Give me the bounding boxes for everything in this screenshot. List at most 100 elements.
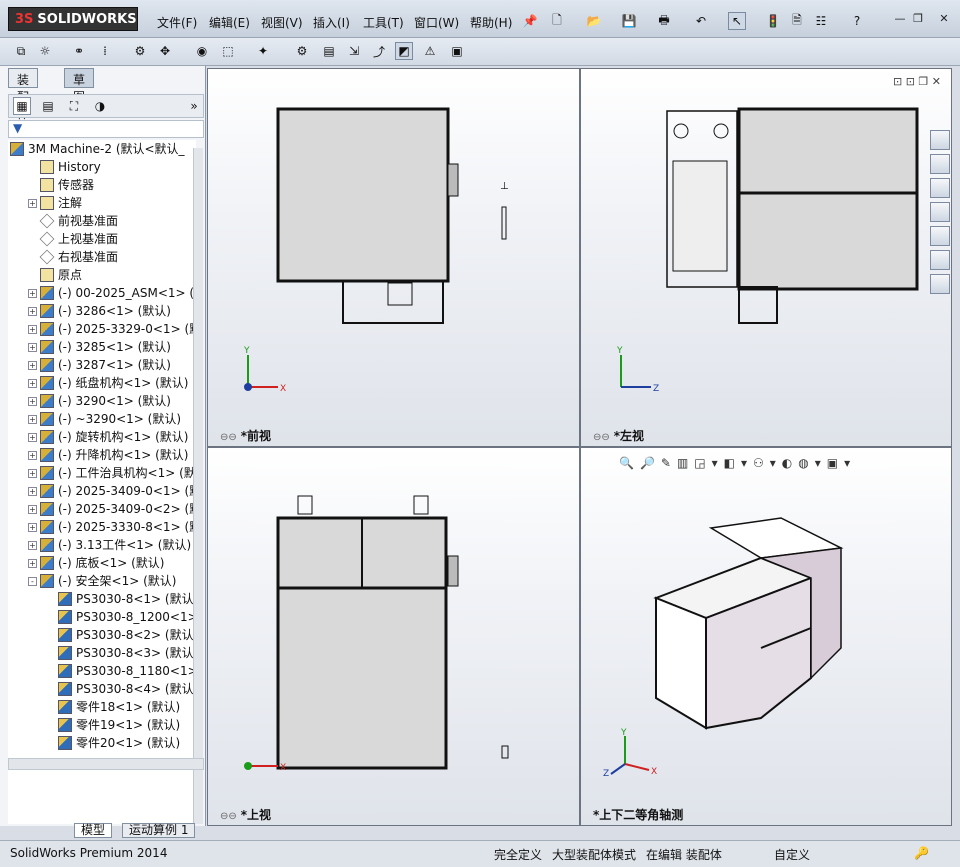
viewport-top[interactable]: X ⊖⊖ *上视 <box>207 447 580 826</box>
expand-icon[interactable]: + <box>28 469 37 478</box>
print-icon[interactable]: 🖶 <box>655 12 673 30</box>
viewport-isometric[interactable]: 🔍🔎✎▥◲▾◧▾⚇▾◐◍▾▣▾ Y X Z *上下二等角轴测 <box>580 447 952 826</box>
assembly-features-icon[interactable]: ⬚ <box>219 42 237 60</box>
expand-icon[interactable]: + <box>28 523 37 532</box>
solidworks-logo[interactable]: 3S SOLIDWORKS <box>8 7 138 31</box>
menu-help[interactable]: 帮助(H) <box>470 14 512 31</box>
restore-icon[interactable]: ❐ <box>910 12 926 26</box>
bill-of-materials-icon[interactable]: ▤ <box>320 42 338 60</box>
show-hidden-icon[interactable]: ◉ <box>193 42 211 60</box>
smart-fasteners-icon[interactable]: ⚙ <box>131 42 149 60</box>
tree-item[interactable]: + (-) 工件治具机构<1> (默认 <box>28 464 196 482</box>
appearances-icon[interactable] <box>930 250 950 270</box>
feature-manager-icon[interactable]: ▦ <box>13 97 31 115</box>
expand-icon[interactable]: + <box>28 325 37 334</box>
expand-icon[interactable]: + <box>28 487 37 496</box>
tree-item[interactable]: + (-) 纸盘机构<1> (默认) <box>28 374 188 392</box>
tree-item[interactable]: PS3030-8<3> (默认) <box>46 644 196 662</box>
tree-item[interactable]: 上视基准面 <box>28 230 118 248</box>
reference-geometry-icon[interactable]: ✦ <box>254 42 272 60</box>
expand-icon[interactable]: + <box>28 307 37 316</box>
menu-insert[interactable]: 插入(I) <box>313 14 350 31</box>
expand-icon[interactable]: + <box>28 451 37 460</box>
expand-icon[interactable]: + <box>28 289 37 298</box>
expand-icon[interactable]: + <box>28 199 37 208</box>
expand-icon[interactable]: + <box>28 343 37 352</box>
instant3d-icon[interactable]: ◩ <box>395 42 413 60</box>
menu-edit[interactable]: 编辑(E) <box>209 14 250 31</box>
tree-item[interactable]: 3M Machine-2 (默认<默认_ <box>10 140 185 158</box>
insert-component-icon[interactable]: ⧉ <box>12 42 30 60</box>
save-icon[interactable]: 💾 <box>620 12 638 30</box>
expand-icon[interactable]: + <box>28 433 37 442</box>
tree-item[interactable]: + (-) 3290<1> (默认) <box>28 392 171 410</box>
options-icon[interactable]: ☷ <box>812 12 830 30</box>
display-manager-icon[interactable]: ◑ <box>91 97 109 115</box>
tree-item[interactable]: 原点 <box>28 266 82 284</box>
new-document-icon[interactable]: 🗋 <box>548 12 566 30</box>
minimize-icon[interactable]: — <box>892 12 908 26</box>
menu-window[interactable]: 窗口(W) <box>414 14 459 31</box>
tree-item[interactable]: - (-) 安全架<1> (默认) <box>28 572 176 590</box>
rebuild-status-icon[interactable]: 🔑 <box>914 846 929 860</box>
menu-view[interactable]: 视图(V) <box>261 14 303 31</box>
viewport-front[interactable]: ⊥ Y X ⊖⊖ *前视 <box>207 68 580 447</box>
tab-assembly[interactable]: 装配体 <box>8 68 39 121</box>
tree-item[interactable]: + (-) ~3290<1> (默认) <box>28 410 181 428</box>
expand-icon[interactable]: + <box>28 397 37 406</box>
expand-icon[interactable]: + <box>28 505 37 514</box>
tree-item[interactable]: PS3030-8<1> (默认) <box>46 590 196 608</box>
file-explorer-icon[interactable] <box>930 202 950 222</box>
custom-properties-icon[interactable] <box>930 274 950 294</box>
hide-show-icon[interactable]: ☼ <box>36 42 54 60</box>
tree-item[interactable]: History <box>28 158 101 176</box>
property-manager-icon[interactable]: ▤ <box>39 97 57 115</box>
tree-item[interactable]: 前视基准面 <box>28 212 118 230</box>
close-icon[interactable]: ✕ <box>936 12 952 26</box>
tree-item[interactable]: PS3030-8<2> (默认) <box>46 626 196 644</box>
tree-item[interactable]: + (-) 2025-3329-0<1> (默认 <box>28 320 196 338</box>
tree-item[interactable]: + (-) 升降机构<1> (默认) <box>28 446 188 464</box>
expand-icon[interactable]: + <box>28 541 37 550</box>
tree-item[interactable]: + (-) 2025-3330-8<1> (默认 <box>28 518 196 536</box>
move-component-icon[interactable]: ✥ <box>156 42 174 60</box>
configuration-manager-icon[interactable]: ⛶ <box>65 97 83 115</box>
tab-model[interactable]: 模型 <box>74 823 113 838</box>
view-heads-up-toolbar[interactable]: 🔍🔎✎▥◲▾◧▾⚇▾◐◍▾▣▾ <box>619 456 856 470</box>
tree-item[interactable]: + (-) 3.13工件<1> (默认) <box>28 536 191 554</box>
filter-icon[interactable]: ▼ <box>13 121 22 135</box>
new-motion-study-icon[interactable]: ⚙ <box>293 42 311 60</box>
tree-item[interactable]: + (-) 2025-3409-0<1> (默认 <box>28 482 196 500</box>
tab-sketch[interactable]: 草图 <box>64 68 95 104</box>
tree-filter[interactable]: ▼ <box>8 120 204 138</box>
solidworks-resources-icon[interactable] <box>930 130 950 150</box>
rebuild-icon[interactable]: 🚦 <box>764 12 782 30</box>
tree-item[interactable]: + 注解 <box>28 194 82 212</box>
home-icon[interactable] <box>930 154 950 174</box>
expand-icon[interactable]: + <box>28 559 37 568</box>
exploded-view-icon[interactable]: ⇲ <box>345 42 363 60</box>
viewport-left[interactable]: ⊡ ⊡ ❐ ✕ Y Z ⊖⊖ *左视 <box>580 68 952 447</box>
menu-tools[interactable]: 工具(T) <box>363 14 404 31</box>
tree-item[interactable]: PS3030-8<4> (默认) <box>46 680 196 698</box>
tab-motion-study[interactable]: 运动算例 1 <box>122 823 196 838</box>
status-units[interactable]: 自定义 <box>774 846 810 863</box>
collapse-icon[interactable]: - <box>28 577 37 586</box>
expand-icon[interactable]: + <box>28 415 37 424</box>
undo-icon[interactable]: ↶ <box>692 12 710 30</box>
design-library-icon[interactable] <box>930 178 950 198</box>
tree-item[interactable]: 零件20<1> (默认) <box>46 734 180 752</box>
select-icon[interactable]: ↖ <box>728 12 746 30</box>
tree-item[interactable]: 右视基准面 <box>28 248 118 266</box>
tree-item[interactable]: + (-) 底板<1> (默认) <box>28 554 164 572</box>
tree-item[interactable]: + (-) 2025-3409-0<2> (默认 <box>28 500 196 518</box>
help-question-icon[interactable]: ? <box>848 12 866 30</box>
expand-icon[interactable]: + <box>28 379 37 388</box>
viewport-window-controls[interactable]: ⊡ ⊡ ❐ ✕ <box>893 75 941 88</box>
mate-icon[interactable]: ⚭ <box>70 42 88 60</box>
menu-file[interactable]: 文件(F) <box>157 14 197 31</box>
interference-detection-icon[interactable]: ⚠ <box>421 42 439 60</box>
tree-item[interactable]: + (-) 3285<1> (默认) <box>28 338 171 356</box>
tree-horizontal-scrollbar[interactable] <box>8 758 204 770</box>
tree-item[interactable]: PS3030-8_1180<1> ( <box>46 662 196 680</box>
